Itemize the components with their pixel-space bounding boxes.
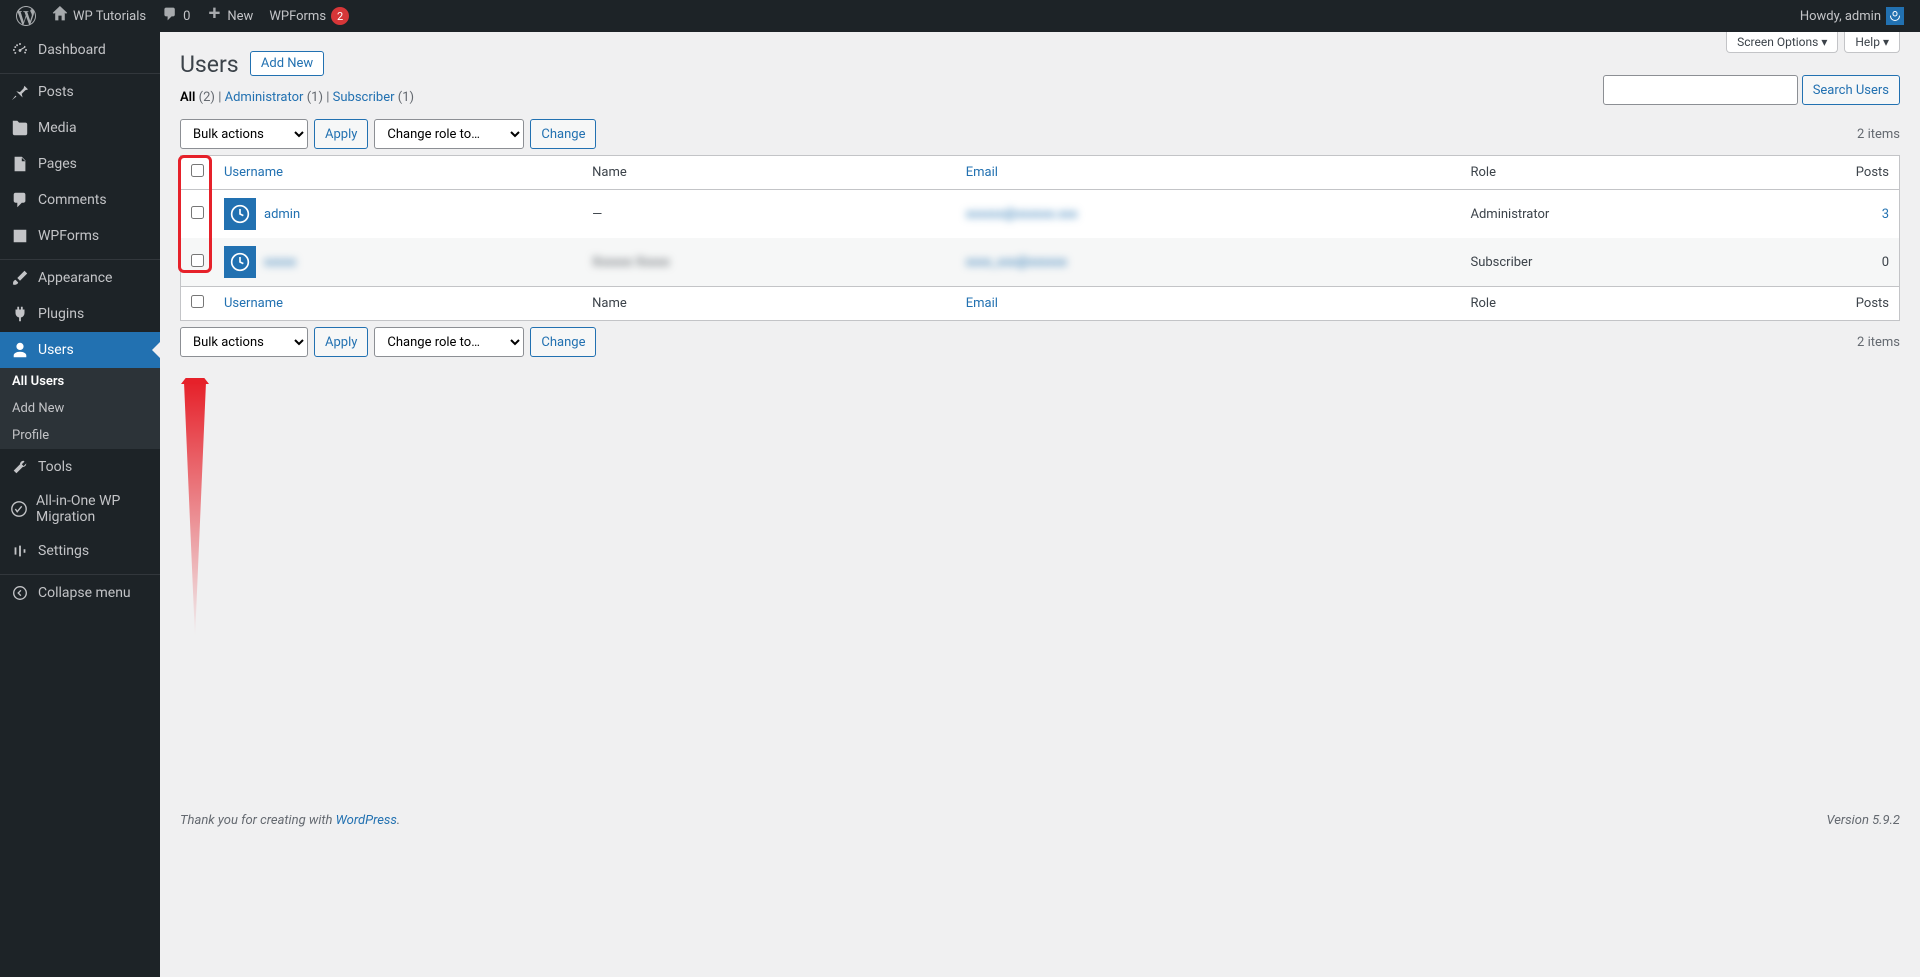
submenu-profile[interactable]: Profile	[0, 422, 160, 449]
home-icon	[52, 6, 68, 26]
select-all-bottom[interactable]	[191, 295, 204, 308]
select-all-top[interactable]	[191, 164, 204, 177]
row-checkbox[interactable]	[191, 206, 204, 219]
col-name: Name	[582, 156, 956, 190]
account-link[interactable]: Howdy, admin	[1792, 0, 1912, 32]
col-posts: Posts	[1839, 156, 1899, 190]
avatar-icon	[1886, 7, 1904, 25]
wrench-icon	[10, 457, 30, 477]
menu-tools[interactable]: Tools	[0, 449, 160, 485]
media-icon	[10, 118, 30, 138]
menu-comments[interactable]: Comments	[0, 182, 160, 218]
posts-count: 0	[1882, 255, 1889, 270]
apply-button-top[interactable]: Apply	[314, 119, 368, 149]
site-name-link[interactable]: WP Tutorials	[44, 0, 154, 32]
brush-icon	[10, 268, 30, 288]
menu-settings[interactable]: Settings	[0, 533, 160, 569]
collapse-icon	[10, 583, 30, 603]
filter-subscriber[interactable]: Subscriber	[333, 90, 395, 105]
col-email-foot[interactable]: Email	[966, 296, 998, 311]
change-button-bottom[interactable]: Change	[530, 327, 596, 357]
chevron-down-icon: ▾	[1883, 35, 1889, 49]
plus-icon	[206, 6, 222, 26]
filter-administrator[interactable]: Administrator	[225, 90, 304, 105]
items-count-bottom: 2 items	[1857, 335, 1900, 350]
page-title: Users	[180, 42, 239, 82]
submenu-add-new[interactable]: Add New	[0, 395, 160, 422]
pin-icon	[10, 82, 30, 102]
menu-plugins[interactable]: Plugins	[0, 296, 160, 332]
bulk-actions-select-bottom[interactable]: Bulk actions	[180, 327, 308, 357]
submenu-all-users[interactable]: All Users	[0, 368, 160, 395]
users-submenu: All Users Add New Profile	[0, 368, 160, 449]
col-role: Role	[1460, 156, 1839, 190]
avatar-icon	[224, 246, 256, 278]
migration-icon	[10, 499, 28, 519]
posts-count-link[interactable]: 3	[1882, 207, 1889, 222]
col-role-foot: Role	[1460, 286, 1839, 320]
col-username[interactable]: Username	[224, 165, 283, 180]
bulk-actions-select-top[interactable]: Bulk actions	[180, 119, 308, 149]
items-count-top: 2 items	[1857, 127, 1900, 142]
filter-all[interactable]: All	[180, 90, 195, 105]
wpforms-badge: 2	[331, 7, 349, 25]
email-link[interactable]: xxxx_xxx@xxxxxx	[966, 255, 1067, 270]
avatar-icon	[224, 198, 256, 230]
search-users-button[interactable]: Search Users	[1802, 75, 1900, 105]
apply-button-bottom[interactable]: Apply	[314, 327, 368, 357]
name-cell: Xxxxxx Xxxxx	[592, 255, 670, 270]
change-button-top[interactable]: Change	[530, 119, 596, 149]
menu-media[interactable]: Media	[0, 110, 160, 146]
wordpress-link[interactable]: WordPress	[336, 813, 397, 828]
row-checkbox[interactable]	[191, 254, 204, 267]
chevron-down-icon: ▾	[1821, 35, 1827, 49]
username-link[interactable]: xxxxx	[264, 255, 296, 270]
comment-icon	[10, 190, 30, 210]
username-link[interactable]: admin	[264, 207, 300, 222]
table-row: admin — xxxxxx@xxxxxx.xxx Administrator …	[181, 190, 1899, 238]
plug-icon	[10, 304, 30, 324]
role-cell: Subscriber	[1460, 238, 1839, 286]
user-icon	[10, 340, 30, 360]
new-content-link[interactable]: New	[198, 0, 261, 32]
name-cell: —	[592, 207, 602, 222]
admin-footer: Thank you for creating with WordPress. V…	[180, 793, 1900, 828]
email-link[interactable]: xxxxxx@xxxxxx.xxx	[966, 207, 1078, 222]
role-cell: Administrator	[1460, 190, 1839, 238]
menu-wpforms[interactable]: WPForms	[0, 218, 160, 254]
help-button[interactable]: Help ▾	[1844, 32, 1900, 53]
change-role-select-top[interactable]: Change role to…	[374, 119, 524, 149]
users-table: Username Name Email Role Posts admin — x…	[180, 155, 1900, 321]
wpforms-link[interactable]: WPForms 2	[261, 0, 357, 32]
col-name-foot: Name	[582, 286, 956, 320]
menu-migration[interactable]: All-in-One WP Migration	[0, 485, 160, 533]
page-icon	[10, 154, 30, 174]
menu-dashboard[interactable]: Dashboard	[0, 32, 160, 68]
menu-pages[interactable]: Pages	[0, 146, 160, 182]
dashboard-icon	[10, 40, 30, 60]
col-username-foot[interactable]: Username	[224, 296, 283, 311]
wp-logo[interactable]	[8, 0, 44, 32]
menu-users[interactable]: Users	[0, 332, 160, 368]
col-email[interactable]: Email	[966, 165, 998, 180]
col-posts-foot: Posts	[1839, 286, 1899, 320]
settings-icon	[10, 541, 30, 561]
menu-collapse[interactable]: Collapse menu	[0, 575, 160, 611]
version-label: Version 5.9.2	[1826, 813, 1900, 828]
menu-appearance[interactable]: Appearance	[0, 260, 160, 296]
table-row: xxxxx Xxxxxx Xxxxx xxxx_xxx@xxxxxx Subsc…	[181, 238, 1899, 286]
comment-icon	[162, 6, 178, 26]
search-users-input[interactable]	[1603, 75, 1798, 105]
add-new-button[interactable]: Add New	[250, 51, 324, 76]
wordpress-icon	[16, 6, 36, 26]
menu-posts[interactable]: Posts	[0, 74, 160, 110]
wpforms-icon	[10, 226, 30, 246]
admin-sidebar: Dashboard Posts Media Pages Comments WPF…	[0, 32, 160, 977]
comments-link[interactable]: 0	[154, 0, 198, 32]
main-content: Screen Options ▾ Help ▾ Users Add New Al…	[160, 32, 1920, 977]
admin-toolbar: WP Tutorials 0 New WPForms 2 Howdy, admi…	[0, 0, 1920, 32]
change-role-select-bottom[interactable]: Change role to…	[374, 327, 524, 357]
screen-options-button[interactable]: Screen Options ▾	[1726, 32, 1838, 53]
